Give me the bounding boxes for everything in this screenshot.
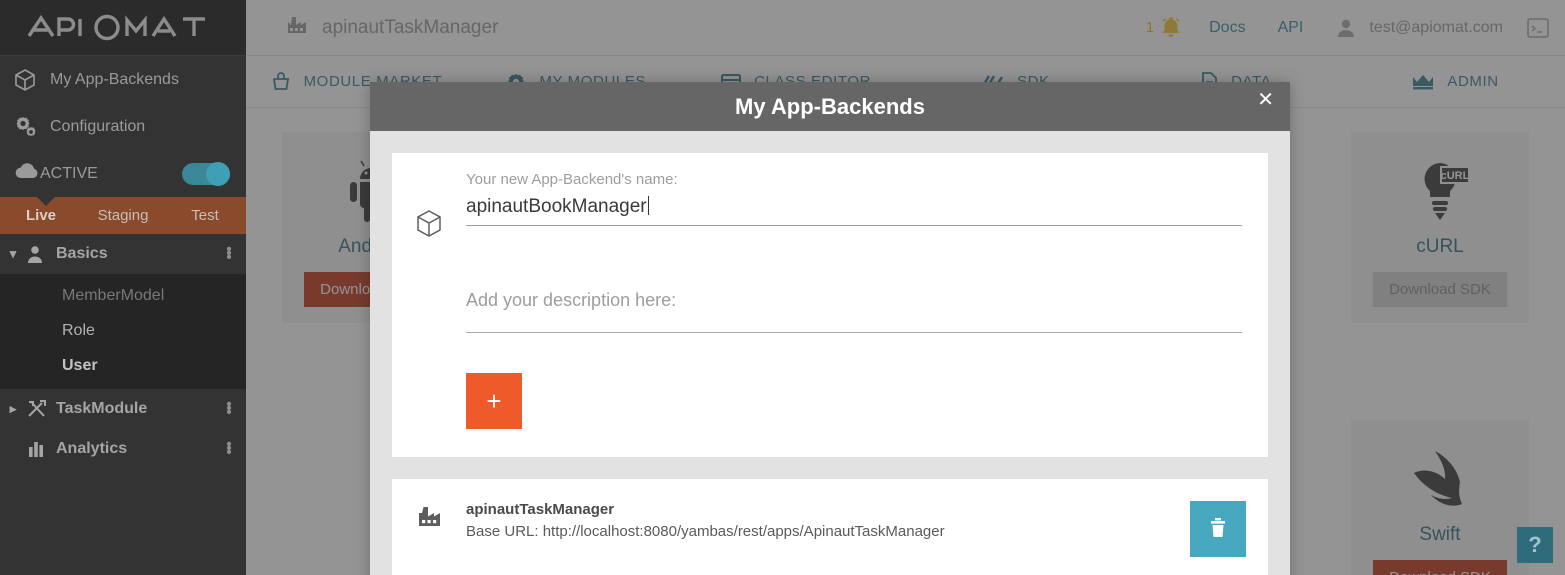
name-input-value: apinautBookManager (466, 196, 647, 217)
backend-name: apinautTaskManager (466, 501, 615, 518)
description-field-label: Add your description here: (466, 290, 677, 310)
gears-icon (14, 115, 48, 139)
list-item-text: apinautTaskManager Base URL: http://loca… (466, 501, 1190, 540)
cube-icon (14, 68, 48, 92)
apiomat-logo-icon (27, 14, 205, 40)
tree-overflow-menu[interactable]: • • • (222, 242, 236, 265)
sidebar-tree-analytics[interactable]: Analytics • • • (0, 429, 246, 469)
name-field-label: Your new App-Backend's name: (466, 171, 678, 188)
tree-label: TaskModule (56, 400, 148, 417)
app-root: apinautTaskManager 1 Docs API test@apiom… (0, 0, 1565, 575)
name-input[interactable]: apinautBookManager (466, 196, 1242, 226)
description-field: Add your description here: (466, 290, 1242, 333)
sidebar-item-label: Configuration (50, 117, 146, 135)
active-toggle-row[interactable]: ACTIVE (0, 150, 246, 197)
sidebar-item-my-app-backends[interactable]: My App-Backends (0, 56, 246, 103)
person-icon (26, 244, 56, 264)
tree-label: Basics (56, 245, 108, 262)
chevron-right-icon[interactable]: ▸ (0, 401, 26, 417)
tools-icon (26, 399, 56, 419)
environment-tabs: Live Staging Test (0, 197, 246, 234)
chevron-down-icon[interactable]: ▾ (0, 246, 26, 262)
tree-overflow-menu[interactable]: • • • (222, 397, 236, 420)
sidebar-subitem-membermodel[interactable]: MemberModel (0, 278, 246, 313)
tree-label: Analytics (56, 440, 128, 457)
close-icon[interactable]: ✕ (1257, 90, 1274, 110)
modal-header: My App-Backends ✕ (370, 82, 1290, 131)
modal-title: My App-Backends (735, 93, 925, 119)
modal-body: Your new App-Backend's name: apinautBook… (370, 131, 1290, 575)
backend-base-url: Base URL: http://localhost:8080/yambas/r… (466, 523, 945, 540)
delete-backend-button[interactable] (1190, 501, 1246, 557)
add-backend-button[interactable]: + (466, 373, 522, 429)
env-tab-live[interactable]: Live (0, 207, 82, 224)
logo[interactable] (0, 0, 246, 56)
env-tab-test[interactable]: Test (164, 207, 246, 224)
env-selected-arrow (37, 197, 55, 206)
cube-icon (392, 171, 466, 457)
sidebar-item-configuration[interactable]: Configuration (0, 103, 246, 150)
env-tab-staging[interactable]: Staging (82, 207, 164, 224)
sidebar-subtree-basics: MemberModel Role User (0, 274, 246, 389)
active-toggle[interactable] (182, 161, 230, 186)
trash-icon (1207, 515, 1229, 544)
list-item[interactable]: apinautTaskManager Base URL: http://loca… (392, 479, 1268, 575)
new-backend-fields: Your new App-Backend's name: apinautBook… (466, 171, 1268, 457)
text-caret (647, 196, 649, 215)
sidebar-tree-taskmodule[interactable]: ▸ TaskModule • • • (0, 389, 246, 429)
sidebar-item-label: My App-Backends (50, 70, 179, 88)
description-input[interactable] (466, 325, 1242, 333)
bars-icon (26, 439, 56, 459)
cloud-icon (14, 162, 40, 185)
my-app-backends-modal: My App-Backends ✕ Your new App-Backend's… (370, 82, 1290, 575)
help-button[interactable]: ? (1517, 527, 1553, 563)
sidebar-subitem-role[interactable]: Role (0, 313, 246, 348)
tree-overflow-menu[interactable]: • • • (222, 437, 236, 460)
existing-backends-list: apinautTaskManager Base URL: http://loca… (392, 479, 1268, 575)
active-label: ACTIVE (40, 164, 98, 182)
plus-icon: + (486, 385, 502, 416)
sidebar: My App-Backends Configuration ACTIVE Liv… (0, 0, 246, 575)
new-backend-panel: Your new App-Backend's name: apinautBook… (392, 153, 1268, 457)
sidebar-tree-basics[interactable]: ▾ Basics • • • (0, 234, 246, 274)
factory-icon (392, 501, 466, 529)
sidebar-subitem-user[interactable]: User (0, 348, 246, 383)
